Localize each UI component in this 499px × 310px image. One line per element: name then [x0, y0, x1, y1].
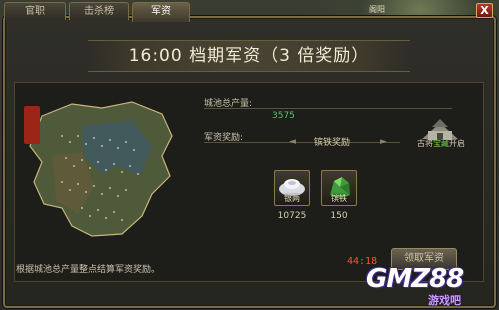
reward-item-iron[interactable]: 镔铁 [321, 170, 357, 206]
territory-map [29, 101, 173, 237]
treasure-status-highlight: 宝藏 [433, 139, 449, 148]
reward-type: 镔铁奖励 [313, 138, 350, 148]
next-arrow-icon[interactable]: ► [380, 137, 387, 147]
treasure-status-prefix: 古将 [417, 139, 433, 148]
item-name-silver: 银两 [284, 194, 300, 203]
page-title: 16:00 档期军资（3 倍奖励） [128, 46, 370, 66]
close-button[interactable]: X [476, 3, 493, 18]
tab-bar: 官职 击杀榜 军资 [4, 2, 190, 22]
item-name-iron: 镔铁 [331, 194, 347, 203]
map-seal [24, 106, 40, 144]
title-banner: 16:00 档期军资（3 倍奖励） [88, 40, 410, 72]
item-count-iron: 150 [330, 211, 348, 221]
item-count-silver: 10725 [277, 211, 307, 221]
settlement-note: 根据城池总产量整点结算军资奖励。 [16, 265, 161, 275]
watermark-subtitle: 游戏吧 [428, 294, 461, 307]
city-output-value: 3575 [272, 111, 295, 121]
prev-arrow-icon[interactable]: ◄ [289, 137, 296, 147]
city-output-divider [204, 108, 452, 109]
reward-item-silver[interactable]: 银两 [274, 170, 310, 206]
watermark-logo: GMZ88 [366, 264, 464, 294]
scene-building-label: 阁阳 [369, 5, 385, 14]
tab-official-rank[interactable]: 官职 [4, 2, 66, 20]
tab-kill-ranking[interactable]: 击杀榜 [69, 2, 129, 20]
treasure-status-suffix: 开启 [449, 139, 465, 148]
treasure-status: 古将宝藏开启 [406, 138, 476, 149]
tab-military-supplies[interactable]: 军资 [132, 2, 190, 22]
